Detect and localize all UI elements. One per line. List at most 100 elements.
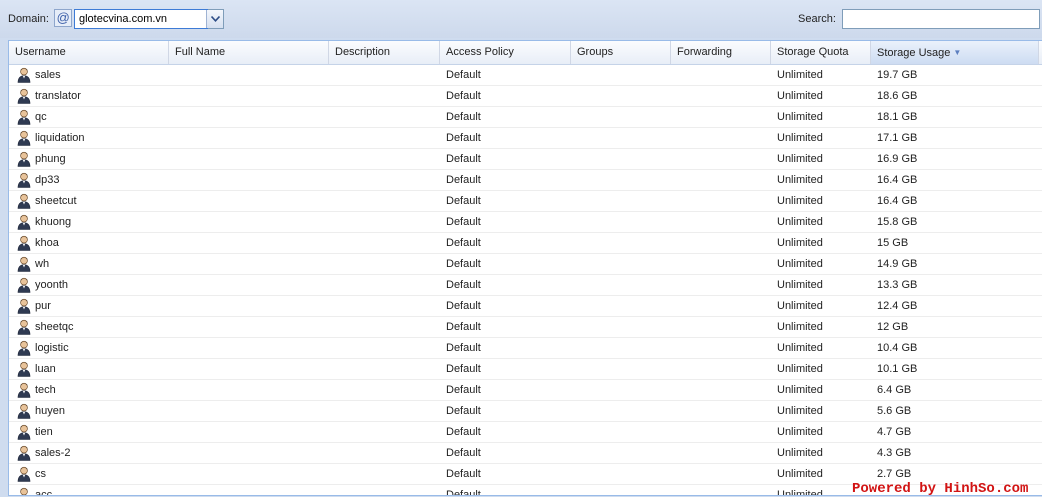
cell-username: sheetcut xyxy=(35,195,77,207)
cell-quota: Unlimited xyxy=(777,258,823,270)
cell-groups xyxy=(571,485,671,495)
cell-usage: 14.9 GB xyxy=(877,258,918,270)
table-row[interactable]: qc Default Unlimited 18.1 GB xyxy=(9,107,1042,128)
cell-quota: Unlimited xyxy=(777,405,823,417)
table-row[interactable]: liquidation Default Unlimited 17.1 GB xyxy=(9,128,1042,149)
table-row[interactable]: tech Default Unlimited 6.4 GB xyxy=(9,380,1042,401)
table-row[interactable]: khoa Default Unlimited 15 GB xyxy=(9,233,1042,254)
cell-username: khuong xyxy=(35,216,72,228)
table-row[interactable]: yoonth Default Unlimited 13.3 GB xyxy=(9,275,1042,296)
cell-full-name xyxy=(169,275,329,295)
table-row[interactable]: sales-2 Default Unlimited 4.3 GB xyxy=(9,443,1042,464)
column-header-access-policy[interactable]: Access Policy xyxy=(440,41,571,64)
column-header-storage-usage-label: Storage Usage xyxy=(877,47,951,59)
cell-username: liquidation xyxy=(35,132,85,144)
table-row[interactable]: tien Default Unlimited 4.7 GB xyxy=(9,422,1042,443)
cell-usage: 15.8 GB xyxy=(877,216,918,228)
cell-forwarding xyxy=(671,128,771,148)
cell-usage: 10.1 GB xyxy=(877,363,918,375)
cell-forwarding xyxy=(671,65,771,85)
cell-usage: 10.4 GB xyxy=(877,342,918,354)
domain-combobox[interactable] xyxy=(74,9,224,29)
cell-description xyxy=(329,443,440,463)
cell-description xyxy=(329,149,440,169)
table-row[interactable]: phung Default Unlimited 16.9 GB xyxy=(9,149,1042,170)
cell-quota: Unlimited xyxy=(777,69,823,81)
table-row[interactable]: khuong Default Unlimited 15.8 GB xyxy=(9,212,1042,233)
cell-usage: 12 GB xyxy=(877,321,909,333)
cell-access-policy: Default xyxy=(446,405,481,417)
cell-forwarding xyxy=(671,317,771,337)
table-row[interactable]: sheetcut Default Unlimited 16.4 GB xyxy=(9,191,1042,212)
toolbar: Domain: @ Search: xyxy=(0,0,1042,38)
cell-full-name xyxy=(169,212,329,232)
cell-forwarding xyxy=(671,191,771,211)
column-header-storage-quota[interactable]: Storage Quota xyxy=(771,41,871,64)
cell-description xyxy=(329,485,440,495)
cell-access-policy: Default xyxy=(446,447,481,459)
cell-quota: Unlimited xyxy=(777,174,823,186)
table-row[interactable]: sheetqc Default Unlimited 12 GB xyxy=(9,317,1042,338)
cell-username: pur xyxy=(35,300,51,312)
table-row[interactable]: translator Default Unlimited 18.6 GB xyxy=(9,86,1042,107)
column-header-forwarding[interactable]: Forwarding xyxy=(671,41,771,64)
table-row[interactable]: sales Default Unlimited 19.7 GB xyxy=(9,65,1042,86)
table-row[interactable]: dp33 Default Unlimited 16.4 GB xyxy=(9,170,1042,191)
cell-groups xyxy=(571,170,671,190)
cell-quota: Unlimited xyxy=(777,279,823,291)
column-header-description[interactable]: Description xyxy=(329,41,440,64)
cell-usage: 13.3 GB xyxy=(877,279,918,291)
cell-access-policy: Default xyxy=(446,111,481,123)
cell-full-name xyxy=(169,485,329,495)
table-row[interactable]: huyen Default Unlimited 5.6 GB xyxy=(9,401,1042,422)
cell-full-name xyxy=(169,422,329,442)
table-row[interactable]: wh Default Unlimited 14.9 GB xyxy=(9,254,1042,275)
cell-usage: 16.4 GB xyxy=(877,174,918,186)
cell-usage: 12.4 GB xyxy=(877,300,918,312)
search-label: Search: xyxy=(798,13,836,25)
cell-quota: Unlimited xyxy=(777,153,823,165)
cell-full-name xyxy=(169,86,329,106)
column-header-groups[interactable]: Groups xyxy=(571,41,671,64)
cell-quota: Unlimited xyxy=(777,300,823,312)
cell-full-name xyxy=(169,443,329,463)
cell-usage: 4.7 GB xyxy=(877,426,912,438)
cell-username: dp33 xyxy=(35,174,60,186)
search-input[interactable] xyxy=(842,9,1040,29)
cell-quota: Unlimited xyxy=(777,384,823,396)
cell-forwarding xyxy=(671,296,771,316)
table-row[interactable]: logistic Default Unlimited 10.4 GB xyxy=(9,338,1042,359)
cell-access-policy: Default xyxy=(446,489,481,496)
cell-username: acc xyxy=(35,489,53,496)
cell-full-name xyxy=(169,254,329,274)
cell-access-policy: Default xyxy=(446,153,481,165)
domain-input[interactable] xyxy=(74,9,208,29)
cell-usage: 18.1 GB xyxy=(877,111,918,123)
column-header-full-name[interactable]: Full Name xyxy=(169,41,329,64)
cell-full-name xyxy=(169,380,329,400)
cell-username: sales-2 xyxy=(35,447,71,459)
cell-forwarding xyxy=(671,485,771,495)
cell-description xyxy=(329,65,440,85)
cell-groups xyxy=(571,275,671,295)
cell-full-name xyxy=(169,233,329,253)
chevron-down-icon[interactable] xyxy=(206,10,223,28)
cell-quota: Unlimited xyxy=(777,195,823,207)
cell-groups xyxy=(571,212,671,232)
cell-access-policy: Default xyxy=(446,132,481,144)
cell-username: qc xyxy=(35,111,47,123)
cell-groups xyxy=(571,254,671,274)
table-row[interactable]: pur Default Unlimited 12.4 GB xyxy=(9,296,1042,317)
cell-quota: Unlimited xyxy=(777,363,823,375)
cell-description xyxy=(329,296,440,316)
column-header-storage-usage[interactable]: Storage Usage ▼ xyxy=(871,41,1039,64)
cell-forwarding xyxy=(671,149,771,169)
column-header-username[interactable]: Username xyxy=(9,41,169,64)
cell-username: wh xyxy=(35,258,50,270)
cell-forwarding xyxy=(671,86,771,106)
cell-forwarding xyxy=(671,107,771,127)
table-row[interactable]: luan Default Unlimited 10.1 GB xyxy=(9,359,1042,380)
cell-groups xyxy=(571,128,671,148)
cell-username: luan xyxy=(35,363,56,375)
cell-description xyxy=(329,464,440,484)
